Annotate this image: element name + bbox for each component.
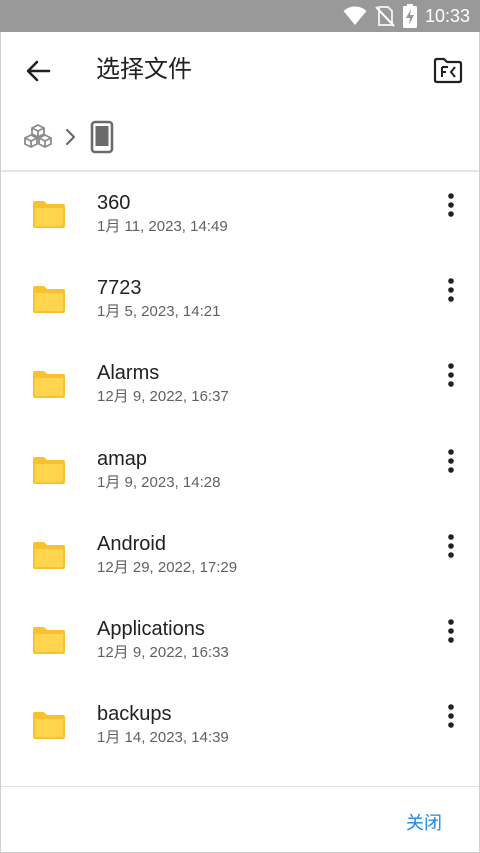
file-date: 12月 9, 2022, 16:37	[97, 388, 229, 406]
file-name: amap	[97, 447, 148, 470]
folder-icon	[33, 541, 65, 569]
more-vert-icon	[448, 448, 454, 473]
file-row[interactable]: Android 12月 29, 2022, 17:29	[1, 513, 479, 598]
more-vert-icon	[448, 619, 454, 643]
file-date: 12月 9, 2022, 16:33	[97, 643, 229, 661]
file-name: Android	[97, 532, 166, 555]
more-vert-icon	[448, 278, 454, 302]
chevron-right-icon	[65, 128, 76, 146]
wifi-icon	[343, 6, 367, 26]
file-row[interactable]: Applications 12月 9, 2022, 16:33	[1, 598, 479, 683]
phone-icon[interactable]	[89, 120, 115, 154]
file-row[interactable]: 7723 1月 5, 2023, 14:21	[1, 257, 479, 342]
status-bar: 10:33	[0, 0, 480, 32]
folder-icon	[33, 201, 65, 228]
file-date: 1月 5, 2023, 14:21	[97, 303, 221, 321]
clock: 10:33	[424, 5, 470, 26]
file-row[interactable]: amap 1月 9, 2023, 14:28	[1, 428, 479, 513]
file-date: 1月 9, 2023, 14:28	[97, 473, 221, 491]
folder-icon	[33, 286, 65, 314]
more-options-button[interactable]	[437, 616, 465, 646]
no-sim-icon	[375, 5, 395, 27]
file-name: 7723	[97, 277, 142, 300]
more-options-button[interactable]	[437, 531, 465, 561]
file-name: backups	[97, 703, 172, 726]
arrow-left-icon	[26, 60, 51, 82]
back-button[interactable]	[21, 54, 55, 88]
more-vert-icon	[448, 704, 454, 728]
select-folder-button[interactable]	[431, 53, 465, 87]
file-row[interactable]: Alarms 12月 9, 2022, 16:37	[1, 342, 479, 427]
storage-root-icon[interactable]	[23, 122, 53, 152]
more-options-button[interactable]	[437, 190, 465, 220]
more-vert-icon	[448, 363, 454, 388]
folder-select-icon	[433, 57, 463, 84]
file-picker-dialog: 选择文件 360 1月 11, 2023, 14:49 7723 1月 5, 2…	[0, 32, 480, 853]
more-vert-icon	[448, 533, 454, 558]
more-options-button[interactable]	[437, 701, 465, 731]
file-date: 12月 29, 2022, 17:29	[97, 558, 238, 576]
file-row[interactable]: backups 1月 14, 2023, 14:39	[1, 683, 479, 768]
more-options-button[interactable]	[437, 446, 465, 476]
file-list: 360 1月 11, 2023, 14:49 7723 1月 5, 2023, …	[1, 172, 479, 768]
file-date: 1月 14, 2023, 14:39	[97, 729, 229, 747]
file-date: 1月 11, 2023, 14:49	[97, 218, 228, 235]
footer-divider	[1, 786, 479, 787]
folder-icon	[33, 371, 65, 399]
file-row[interactable]: 360 1月 11, 2023, 14:49	[1, 172, 479, 257]
folder-icon	[33, 626, 65, 654]
more-options-button[interactable]	[437, 360, 465, 390]
battery-charging-icon	[402, 4, 417, 28]
more-options-button[interactable]	[437, 275, 465, 305]
page-title: 选择文件	[96, 56, 192, 83]
folder-icon	[33, 712, 65, 740]
file-name: 360	[97, 192, 131, 214]
close-button[interactable]: 关闭	[391, 804, 457, 840]
folder-icon	[33, 456, 65, 484]
breadcrumb	[1, 108, 479, 170]
file-name: Applications	[97, 617, 205, 640]
app-bar: 选择文件	[1, 32, 479, 108]
more-vert-icon	[448, 193, 454, 217]
file-name: Alarms	[97, 362, 160, 385]
